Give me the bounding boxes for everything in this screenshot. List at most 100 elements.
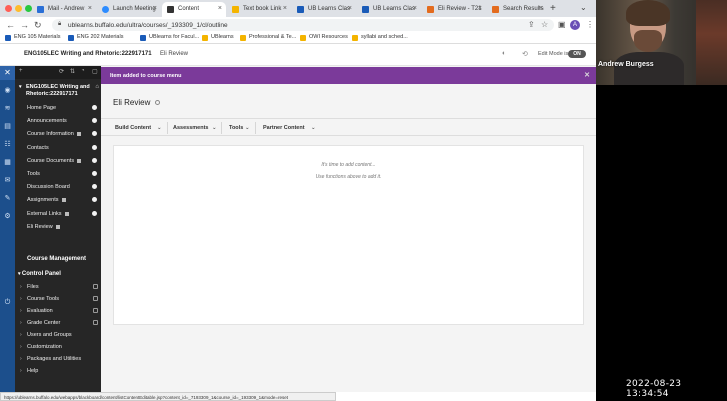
- close-banner-icon[interactable]: ✕: [584, 71, 590, 79]
- tab-content[interactable]: Content ×: [162, 2, 226, 17]
- close-tab-icon[interactable]: ×: [218, 5, 222, 12]
- maximize-window-button[interactable]: [25, 5, 32, 12]
- help-icon[interactable]: ⟲: [522, 50, 528, 58]
- close-tab-icon[interactable]: ×: [348, 5, 352, 12]
- add-menu-item-icon[interactable]: +: [19, 68, 23, 74]
- folder-view-icon[interactable]: ◔: [81, 68, 85, 74]
- options-dot-icon[interactable]: [92, 117, 97, 123]
- partner-content-button[interactable]: Partner Content: [263, 125, 305, 131]
- options-dot-icon[interactable]: [92, 183, 97, 189]
- quick-link-icon[interactable]: [93, 308, 98, 313]
- menu-item-course-documents[interactable]: Course Documents: [27, 157, 99, 164]
- menu-item-course-information[interactable]: Course Information: [27, 130, 99, 137]
- quick-link-icon[interactable]: [93, 320, 98, 325]
- activity-icon[interactable]: ≋: [3, 104, 12, 113]
- courses-icon[interactable]: ▤: [3, 122, 12, 131]
- close-window-button[interactable]: [5, 5, 12, 12]
- menu-item-discussion-board[interactable]: Discussion Board: [27, 183, 99, 190]
- tab-label: UB Learns Clas: [308, 6, 351, 12]
- bookmark-eng105[interactable]: ENG 105 Materials: [5, 34, 60, 41]
- course-menu-title[interactable]: ▾ ENG105LEC Writing and Rhetoric:2229171…: [19, 84, 99, 98]
- close-tab-icon[interactable]: ×: [88, 5, 92, 12]
- tab-ub-learns-1[interactable]: UB Learns Clas ×: [292, 2, 356, 17]
- cp-item-evaluation[interactable]: › Evaluation: [20, 308, 100, 314]
- menu-item-tools[interactable]: Tools: [27, 170, 99, 177]
- options-dot-icon[interactable]: [92, 196, 97, 202]
- menu-item-announcements[interactable]: Announcements: [27, 117, 99, 124]
- share-icon[interactable]: ⇪: [528, 20, 535, 29]
- bookmark-professional[interactable]: Professional & Te...: [240, 34, 296, 41]
- bookmark-owi[interactable]: OWI Resources: [300, 34, 348, 41]
- options-chevron-icon[interactable]: [154, 100, 160, 106]
- bookmark-eng202[interactable]: ENG 202 Materials: [68, 34, 123, 41]
- close-tab-icon[interactable]: ×: [153, 5, 157, 12]
- course-header: ENG105LEC Writing and Rhetoric:222917171…: [0, 44, 596, 66]
- kebab-menu-icon[interactable]: ⋮: [586, 20, 594, 29]
- reload-icon[interactable]: ↻: [34, 20, 42, 31]
- control-panel-title[interactable]: ▾ Control Panel: [18, 271, 61, 277]
- logout-icon[interactable]: ⏻: [3, 298, 12, 307]
- detach-menu-icon[interactable]: ▢: [92, 68, 98, 75]
- star-icon[interactable]: ☆: [541, 20, 548, 29]
- close-menu-icon[interactable]: ✕: [0, 66, 15, 80]
- close-tab-icon[interactable]: ×: [283, 5, 287, 12]
- options-dot-icon[interactable]: [92, 170, 97, 176]
- menu-item-contacts[interactable]: Contacts: [27, 144, 99, 151]
- tools-icon[interactable]: ⚙: [3, 212, 12, 221]
- cp-item-customization[interactable]: › Customization: [20, 344, 100, 350]
- menu-item-home-page[interactable]: Home Page: [27, 104, 99, 111]
- tab-launch-meeting[interactable]: Launch Meeting ×: [97, 2, 161, 17]
- tab-eli-review[interactable]: Eli Review - T21 ×: [422, 2, 486, 17]
- student-preview-icon[interactable]: ◐: [502, 50, 506, 57]
- extensions-icon[interactable]: ▣: [558, 20, 566, 29]
- close-tab-icon[interactable]: ×: [413, 5, 417, 12]
- menu-item-external-links[interactable]: External Links: [27, 210, 99, 217]
- forward-arrow-icon[interactable]: →: [20, 20, 29, 30]
- options-dot-icon[interactable]: [92, 130, 97, 136]
- bookmark-ublearns-faculty[interactable]: UBlearns for Facul...: [140, 34, 199, 41]
- refresh-icon[interactable]: ⟳: [59, 68, 64, 75]
- cp-item-users-groups[interactable]: › Users and Groups: [20, 332, 100, 338]
- page-title: Eli Review: [113, 98, 160, 107]
- messages-icon[interactable]: ✉: [3, 176, 12, 185]
- grades-icon[interactable]: ✎: [3, 194, 12, 203]
- minimize-window-button[interactable]: [15, 5, 22, 12]
- tab-search-results[interactable]: Search Results ×: [487, 2, 547, 17]
- tab-mail[interactable]: Mail - Andrew ×: [32, 2, 96, 17]
- menu-item-assignments[interactable]: Assignments: [27, 196, 99, 203]
- tab-ub-learns-2[interactable]: UB Learns Clas ×: [357, 2, 421, 17]
- cp-item-grade-center[interactable]: › Grade Center: [20, 320, 100, 326]
- options-dot-icon[interactable]: [92, 144, 97, 150]
- profile-avatar[interactable]: A: [570, 20, 580, 30]
- url-input[interactable]: 🔒︎ ublearns.buffalo.edu/ultra/courses/_1…: [52, 19, 554, 31]
- cp-item-packages-utilities[interactable]: › Packages and Utilities: [20, 356, 100, 362]
- cp-item-files[interactable]: › Files: [20, 284, 100, 290]
- options-dot-icon[interactable]: [92, 157, 97, 163]
- close-tab-icon[interactable]: ×: [478, 5, 482, 12]
- options-dot-icon[interactable]: [92, 104, 97, 110]
- back-arrow-icon[interactable]: ←: [6, 20, 15, 30]
- home-icon[interactable]: ⌂: [95, 84, 99, 91]
- tools-button[interactable]: Tools: [229, 125, 243, 131]
- edit-mode-toggle[interactable]: ON: [568, 50, 586, 58]
- close-tab-icon[interactable]: ×: [539, 5, 543, 12]
- assessments-button[interactable]: Assessments: [173, 125, 208, 131]
- sort-icon[interactable]: ⇅: [70, 68, 75, 75]
- organizations-icon[interactable]: ☷: [3, 140, 12, 149]
- user-icon[interactable]: ◉: [3, 86, 12, 95]
- new-tab-button[interactable]: +: [550, 3, 556, 14]
- cp-item-help[interactable]: › Help: [20, 368, 100, 374]
- bookmark-ublearns[interactable]: UBlearns: [202, 34, 234, 41]
- quick-link-icon[interactable]: [93, 296, 98, 301]
- menu-item-eli-review[interactable]: Eli Review: [27, 224, 99, 230]
- options-dot-icon[interactable]: [92, 210, 97, 216]
- quick-link-icon[interactable]: [93, 284, 98, 289]
- cp-item-course-tools[interactable]: › Course Tools: [20, 296, 100, 302]
- build-content-button[interactable]: Build Content: [115, 125, 151, 131]
- tab-search-chevron-icon[interactable]: ⌄: [580, 3, 587, 12]
- bookmark-syllabi[interactable]: syllabi and sched...: [352, 34, 408, 41]
- collapse-caret-icon[interactable]: ▾: [19, 84, 22, 91]
- tab-text-book-link[interactable]: Text book Link ×: [227, 2, 291, 17]
- calendar-icon[interactable]: ▦: [3, 158, 12, 167]
- course-title[interactable]: ENG105LEC Writing and Rhetoric:222917171: [24, 51, 152, 57]
